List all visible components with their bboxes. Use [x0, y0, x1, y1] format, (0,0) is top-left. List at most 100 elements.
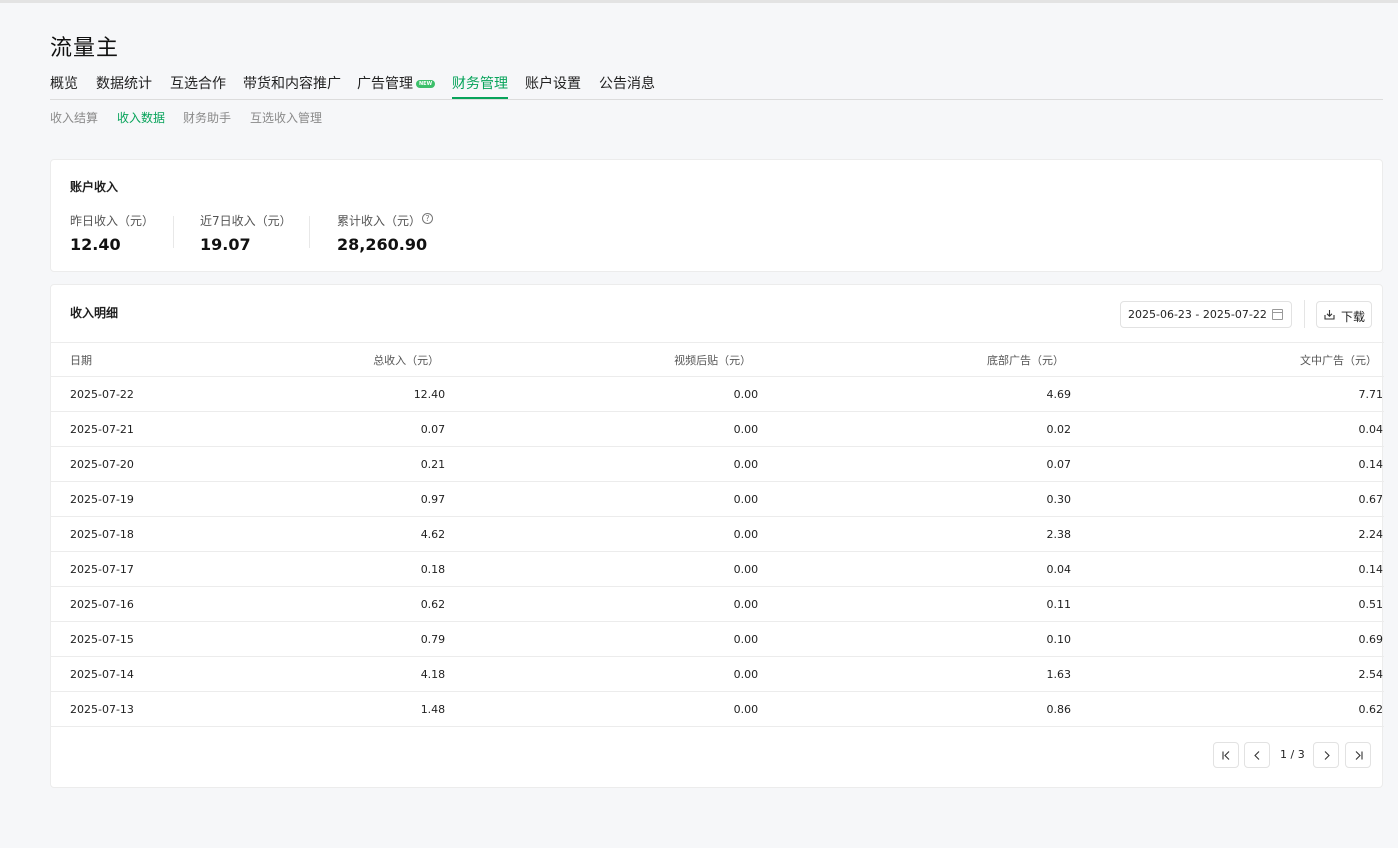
- last-page-button[interactable]: [1345, 742, 1371, 768]
- tab-finance-management[interactable]: 财务管理: [452, 76, 508, 99]
- page-indicator: 1 / 3: [1280, 748, 1305, 761]
- cell-bottom-ad: 1.63: [758, 656, 1072, 692]
- cell-inline-ad: 0.51: [1071, 586, 1384, 622]
- download-icon: [1324, 310, 1335, 320]
- stat-7days-value: 19.07: [200, 235, 251, 254]
- date-range-value: 2025-06-23 - 2025-07-22: [1128, 308, 1267, 321]
- cell-total: 4.62: [213, 516, 446, 552]
- cell-video-post: 0.00: [445, 516, 759, 552]
- cell-video-post: 0.00: [445, 586, 759, 622]
- subtab-mutual-income[interactable]: 互选收入管理: [250, 109, 322, 126]
- cell-total: 1.48: [213, 691, 446, 727]
- cell-inline-ad: 0.69: [1071, 621, 1384, 657]
- next-page-button[interactable]: [1313, 742, 1339, 768]
- cell-video-post: 0.00: [445, 446, 759, 482]
- stat-yesterday: 昨日收入（元） 12.40: [70, 212, 154, 254]
- table-row: 2025-07-13 1.48 0.00 0.86 0.62: [51, 691, 1384, 727]
- cell-bottom-ad: 0.10: [758, 621, 1072, 657]
- tab-announcements[interactable]: 公告消息: [599, 76, 655, 93]
- stat-total-value: 28,260.90: [337, 235, 428, 254]
- cell-inline-ad: 0.04: [1071, 411, 1384, 447]
- cell-bottom-ad: 0.07: [758, 446, 1072, 482]
- last-page-icon: [1355, 751, 1363, 760]
- tab-overview[interactable]: 概览: [50, 76, 78, 93]
- table-row: 2025-07-17 0.18 0.00 0.04 0.14: [51, 551, 1384, 587]
- cell-total: 0.21: [213, 446, 446, 482]
- cell-video-post: 0.00: [445, 656, 759, 692]
- stat-7days: 近7日收入（元） 19.07: [200, 212, 292, 254]
- cell-bottom-ad: 4.69: [758, 376, 1072, 412]
- first-page-button[interactable]: [1213, 742, 1239, 768]
- table-row: 2025-07-22 12.40 0.00 4.69 7.71: [51, 376, 1384, 412]
- cell-date: 2025-07-18: [51, 516, 214, 552]
- cell-total: 0.18: [213, 551, 446, 587]
- table-row: 2025-07-16 0.62 0.00 0.11 0.51: [51, 586, 1384, 622]
- cell-bottom-ad: 0.30: [758, 481, 1072, 517]
- first-page-icon: [1222, 751, 1230, 760]
- subtab-income-settlement[interactable]: 收入结算: [50, 109, 98, 126]
- stat-yesterday-value: 12.40: [70, 235, 121, 254]
- cell-date: 2025-07-19: [51, 481, 214, 517]
- cell-inline-ad: 2.54: [1071, 656, 1384, 692]
- income-table: 日期 总收入（元） 视频后贴（元） 底部广告（元） 文中广告（元） 2025-0…: [51, 342, 1384, 727]
- tab-ad-management[interactable]: 广告管理 NEW: [357, 76, 436, 93]
- col-date[interactable]: 日期: [51, 342, 214, 377]
- account-income-title: 账户收入: [70, 180, 119, 194]
- cell-inline-ad: 0.14: [1071, 446, 1384, 482]
- tab-account-settings[interactable]: 账户设置: [525, 76, 581, 93]
- calendar-icon: [1272, 309, 1283, 320]
- cell-date: 2025-07-15: [51, 621, 214, 657]
- subtab-finance-assistant[interactable]: 财务助手: [183, 109, 231, 126]
- stat-7days-label: 近7日收入（元）: [200, 214, 292, 228]
- cell-inline-ad: 0.14: [1071, 551, 1384, 587]
- cell-video-post: 0.00: [445, 691, 759, 727]
- cell-date: 2025-07-14: [51, 656, 214, 692]
- download-button[interactable]: 下载: [1316, 301, 1372, 328]
- download-label: 下载: [1341, 310, 1366, 324]
- tab-goods-promotion[interactable]: 带货和内容推广: [243, 76, 341, 93]
- cell-bottom-ad: 0.86: [758, 691, 1072, 727]
- tab-data-stats[interactable]: 数据统计: [96, 76, 152, 93]
- cell-bottom-ad: 2.38: [758, 516, 1072, 552]
- cell-total: 0.07: [213, 411, 446, 447]
- col-total[interactable]: 总收入（元）: [213, 342, 446, 377]
- cell-total: 0.97: [213, 481, 446, 517]
- stat-total: 累计收入（元） ? 28,260.90: [337, 212, 433, 254]
- cell-bottom-ad: 0.11: [758, 586, 1072, 622]
- cell-video-post: 0.00: [445, 376, 759, 412]
- stat-yesterday-label: 昨日收入（元）: [70, 214, 155, 228]
- cell-inline-ad: 0.67: [1071, 481, 1384, 517]
- question-circle-icon[interactable]: ?: [422, 213, 433, 224]
- date-range-picker[interactable]: 2025-06-23 - 2025-07-22: [1120, 301, 1292, 328]
- table-header-row: 日期 总收入（元） 视频后贴（元） 底部广告（元） 文中广告（元）: [51, 342, 1384, 377]
- tab-ad-management-label: 广告管理: [357, 76, 413, 92]
- top-border: [0, 0, 1398, 3]
- cell-inline-ad: 7.71: [1071, 376, 1384, 412]
- col-inline-ad[interactable]: 文中广告（元）: [1071, 342, 1384, 377]
- tab-mutual-cooperation[interactable]: 互选合作: [170, 76, 226, 93]
- table-row: 2025-07-14 4.18 0.00 1.63 2.54: [51, 656, 1384, 692]
- cell-total: 4.18: [213, 656, 446, 692]
- cell-video-post: 0.00: [445, 621, 759, 657]
- prev-page-button[interactable]: [1244, 742, 1270, 768]
- cell-inline-ad: 0.62: [1071, 691, 1384, 727]
- cell-total: 0.62: [213, 586, 446, 622]
- stat-divider: [173, 216, 174, 248]
- col-video-post[interactable]: 视频后贴（元）: [445, 342, 759, 377]
- chevron-left-icon: [1254, 751, 1260, 760]
- cell-video-post: 0.00: [445, 481, 759, 517]
- cell-video-post: 0.00: [445, 411, 759, 447]
- stat-divider: [309, 216, 310, 248]
- table-row: 2025-07-15 0.79 0.00 0.10 0.69: [51, 621, 1384, 657]
- table-body: 2025-07-22 12.40 0.00 4.69 7.71 2025-07-21 0.0…: [51, 376, 1384, 727]
- cell-total: 0.79: [213, 621, 446, 657]
- subtab-income-data[interactable]: 收入数据: [117, 109, 165, 126]
- income-detail-title: 收入明细: [70, 306, 119, 320]
- stat-total-label: 累计收入（元）: [337, 214, 422, 228]
- cell-date: 2025-07-21: [51, 411, 214, 447]
- main-tabs: 概览 数据统计 互选合作 带货和内容推广 广告管理 NEW 财务管理 账户设置 …: [50, 76, 1383, 100]
- cell-date: 2025-07-22: [51, 376, 214, 412]
- cell-bottom-ad: 0.04: [758, 551, 1072, 587]
- col-bottom-ad[interactable]: 底部广告（元）: [758, 342, 1072, 377]
- table-row: 2025-07-20 0.21 0.00 0.07 0.14: [51, 446, 1384, 482]
